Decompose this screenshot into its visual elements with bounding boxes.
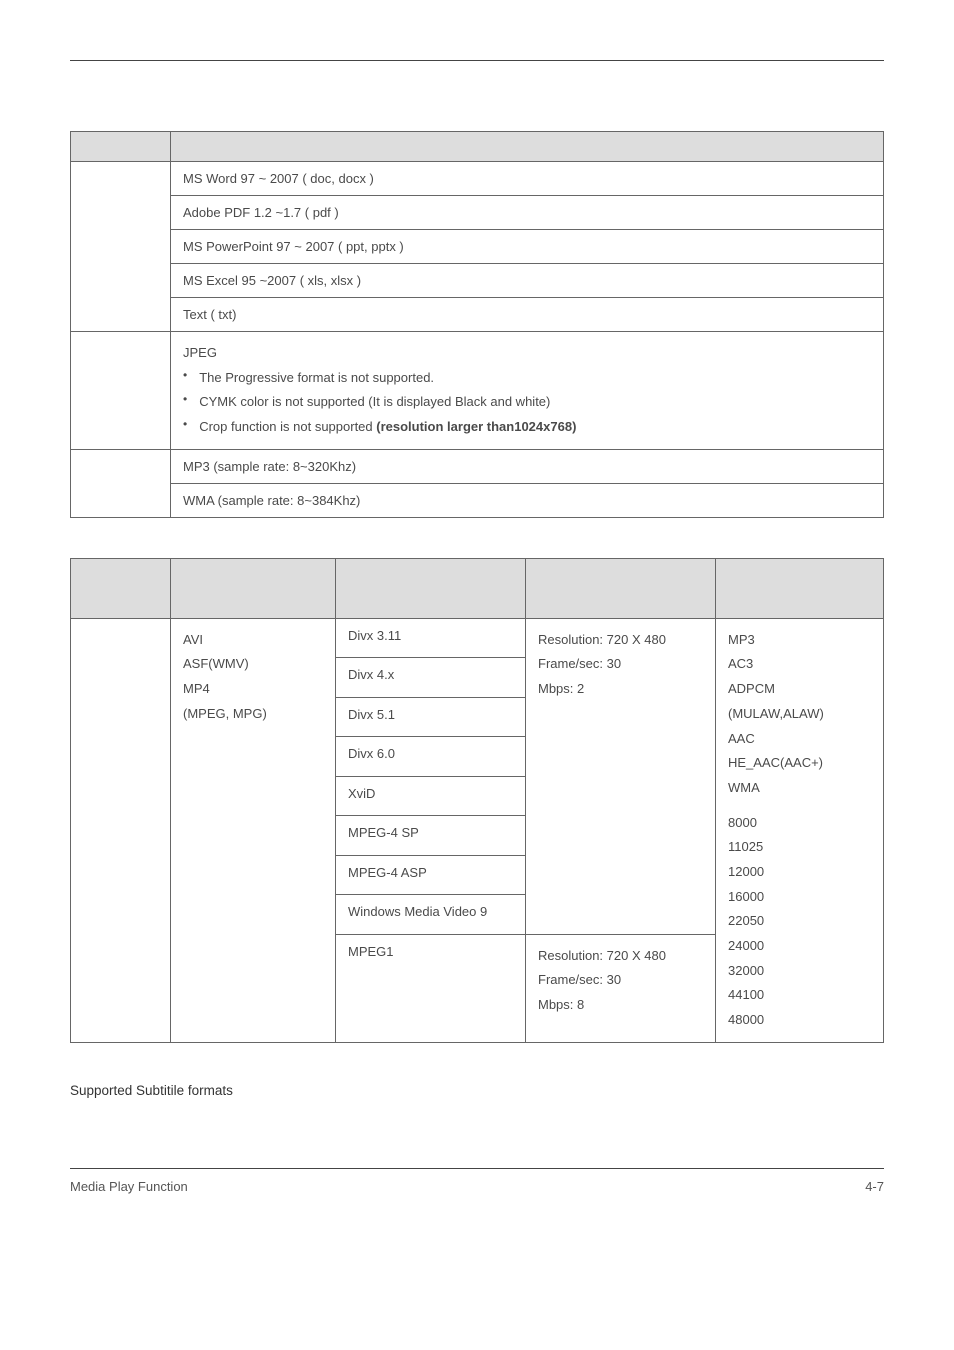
container-item: (MPEG, MPG) <box>183 702 323 727</box>
format-row: MS Excel 95 ~2007 ( xls, xlsx ) <box>171 264 884 298</box>
codec-cell: Divx 5.1 <box>336 697 526 736</box>
t2-header-4 <box>526 558 716 618</box>
t2-header-5 <box>716 558 884 618</box>
codec-cell: MPEG1 <box>336 934 526 1042</box>
footer: Media Play Function 4-7 <box>70 1179 884 1194</box>
container-item: ASF(WMV) <box>183 652 323 677</box>
jpeg-label: JPEG <box>183 341 871 366</box>
audio-item: 48000 <box>728 1008 871 1033</box>
codec-cell: Divx 6.0 <box>336 737 526 776</box>
formats-table: MS Word 97 ~ 2007 ( doc, docx ) Adobe PD… <box>70 131 884 518</box>
audio-item: AAC <box>728 727 871 752</box>
spec-item: Mbps: 2 <box>538 677 703 702</box>
spec1-cell: Resolution: 720 X 480 Frame/sec: 30 Mbps… <box>526 618 716 934</box>
containers-cell: AVI ASF(WMV) MP4 (MPEG, MPG) <box>171 618 336 1042</box>
header-blank-right <box>171 132 884 162</box>
codec-cell: Divx 4.x <box>336 658 526 697</box>
jpeg-bullet: CYMK color is not supported (It is displ… <box>199 390 550 415</box>
category-cell-1 <box>71 162 171 332</box>
t2-leftcol <box>71 618 171 1042</box>
audio-item: 12000 <box>728 860 871 885</box>
audio-item: (MULAW,ALAW) <box>728 702 871 727</box>
audio-item: 8000 <box>728 811 871 836</box>
jpeg-bullet-mixed: Crop function is not supported (resoluti… <box>199 415 576 440</box>
codec-cell: MPEG-4 SP <box>336 816 526 855</box>
audio-item: 22050 <box>728 909 871 934</box>
spec2-cell: Resolution: 720 X 480 Frame/sec: 30 Mbps… <box>526 934 716 1042</box>
t2-header-3 <box>336 558 526 618</box>
subtitle-heading: Supported Subtitile formats <box>70 1083 884 1098</box>
jpeg-cell: JPEG • The Progressive format is not sup… <box>171 332 884 450</box>
codec-cell: Windows Media Video 9 <box>336 895 526 934</box>
codec-cell: MPEG-4 ASP <box>336 855 526 894</box>
audio-item: 24000 <box>728 934 871 959</box>
audio-item: HE_AAC(AAC+) <box>728 751 871 776</box>
wma-row: WMA (sample rate: 8~384Khz) <box>171 483 884 517</box>
video-table: AVI ASF(WMV) MP4 (MPEG, MPG) Divx 3.11 R… <box>70 558 884 1043</box>
bullet-icon: • <box>183 366 187 384</box>
audio-item: ADPCM <box>728 677 871 702</box>
format-row: MS PowerPoint 97 ~ 2007 ( ppt, pptx ) <box>171 230 884 264</box>
audio-item: 11025 <box>728 835 871 860</box>
container-item: MP4 <box>183 677 323 702</box>
container-item: AVI <box>183 628 323 653</box>
audio-item: WMA <box>728 776 871 801</box>
category-cell-2 <box>71 332 171 450</box>
spec-item: Frame/sec: 30 <box>538 968 703 993</box>
audio-item: MP3 <box>728 628 871 653</box>
jpeg-bullet-prefix: Crop function is not supported <box>199 419 376 434</box>
bullet-icon: • <box>183 390 187 408</box>
bullet-icon: • <box>183 415 187 433</box>
format-row: MS Word 97 ~ 2007 ( doc, docx ) <box>171 162 884 196</box>
spec-item: Frame/sec: 30 <box>538 652 703 677</box>
codec-cell: XviD <box>336 776 526 815</box>
audio-item: 44100 <box>728 983 871 1008</box>
t2-header-2 <box>171 558 336 618</box>
t2-header-1 <box>71 558 171 618</box>
spec-item: Resolution: 720 X 480 <box>538 628 703 653</box>
audio-item: 16000 <box>728 885 871 910</box>
jpeg-bullet-bold: (resolution larger than1024x768) <box>376 419 576 434</box>
category-cell-3 <box>71 449 171 517</box>
footer-right: 4-7 <box>865 1179 884 1194</box>
audio-item: 32000 <box>728 959 871 984</box>
jpeg-bullet: The Progressive format is not supported. <box>199 366 434 391</box>
audio-cell: MP3 AC3 ADPCM (MULAW,ALAW) AAC HE_AAC(AA… <box>716 618 884 1042</box>
mp3-row: MP3 (sample rate: 8~320Khz) <box>171 449 884 483</box>
format-row: Adobe PDF 1.2 ~1.7 ( pdf ) <box>171 196 884 230</box>
spec-item: Resolution: 720 X 480 <box>538 944 703 969</box>
header-blank-left <box>71 132 171 162</box>
footer-left: Media Play Function <box>70 1179 188 1194</box>
audio-item: AC3 <box>728 652 871 677</box>
codec-cell: Divx 3.11 <box>336 618 526 657</box>
spec-item: Mbps: 8 <box>538 993 703 1018</box>
format-row: Text ( txt) <box>171 298 884 332</box>
